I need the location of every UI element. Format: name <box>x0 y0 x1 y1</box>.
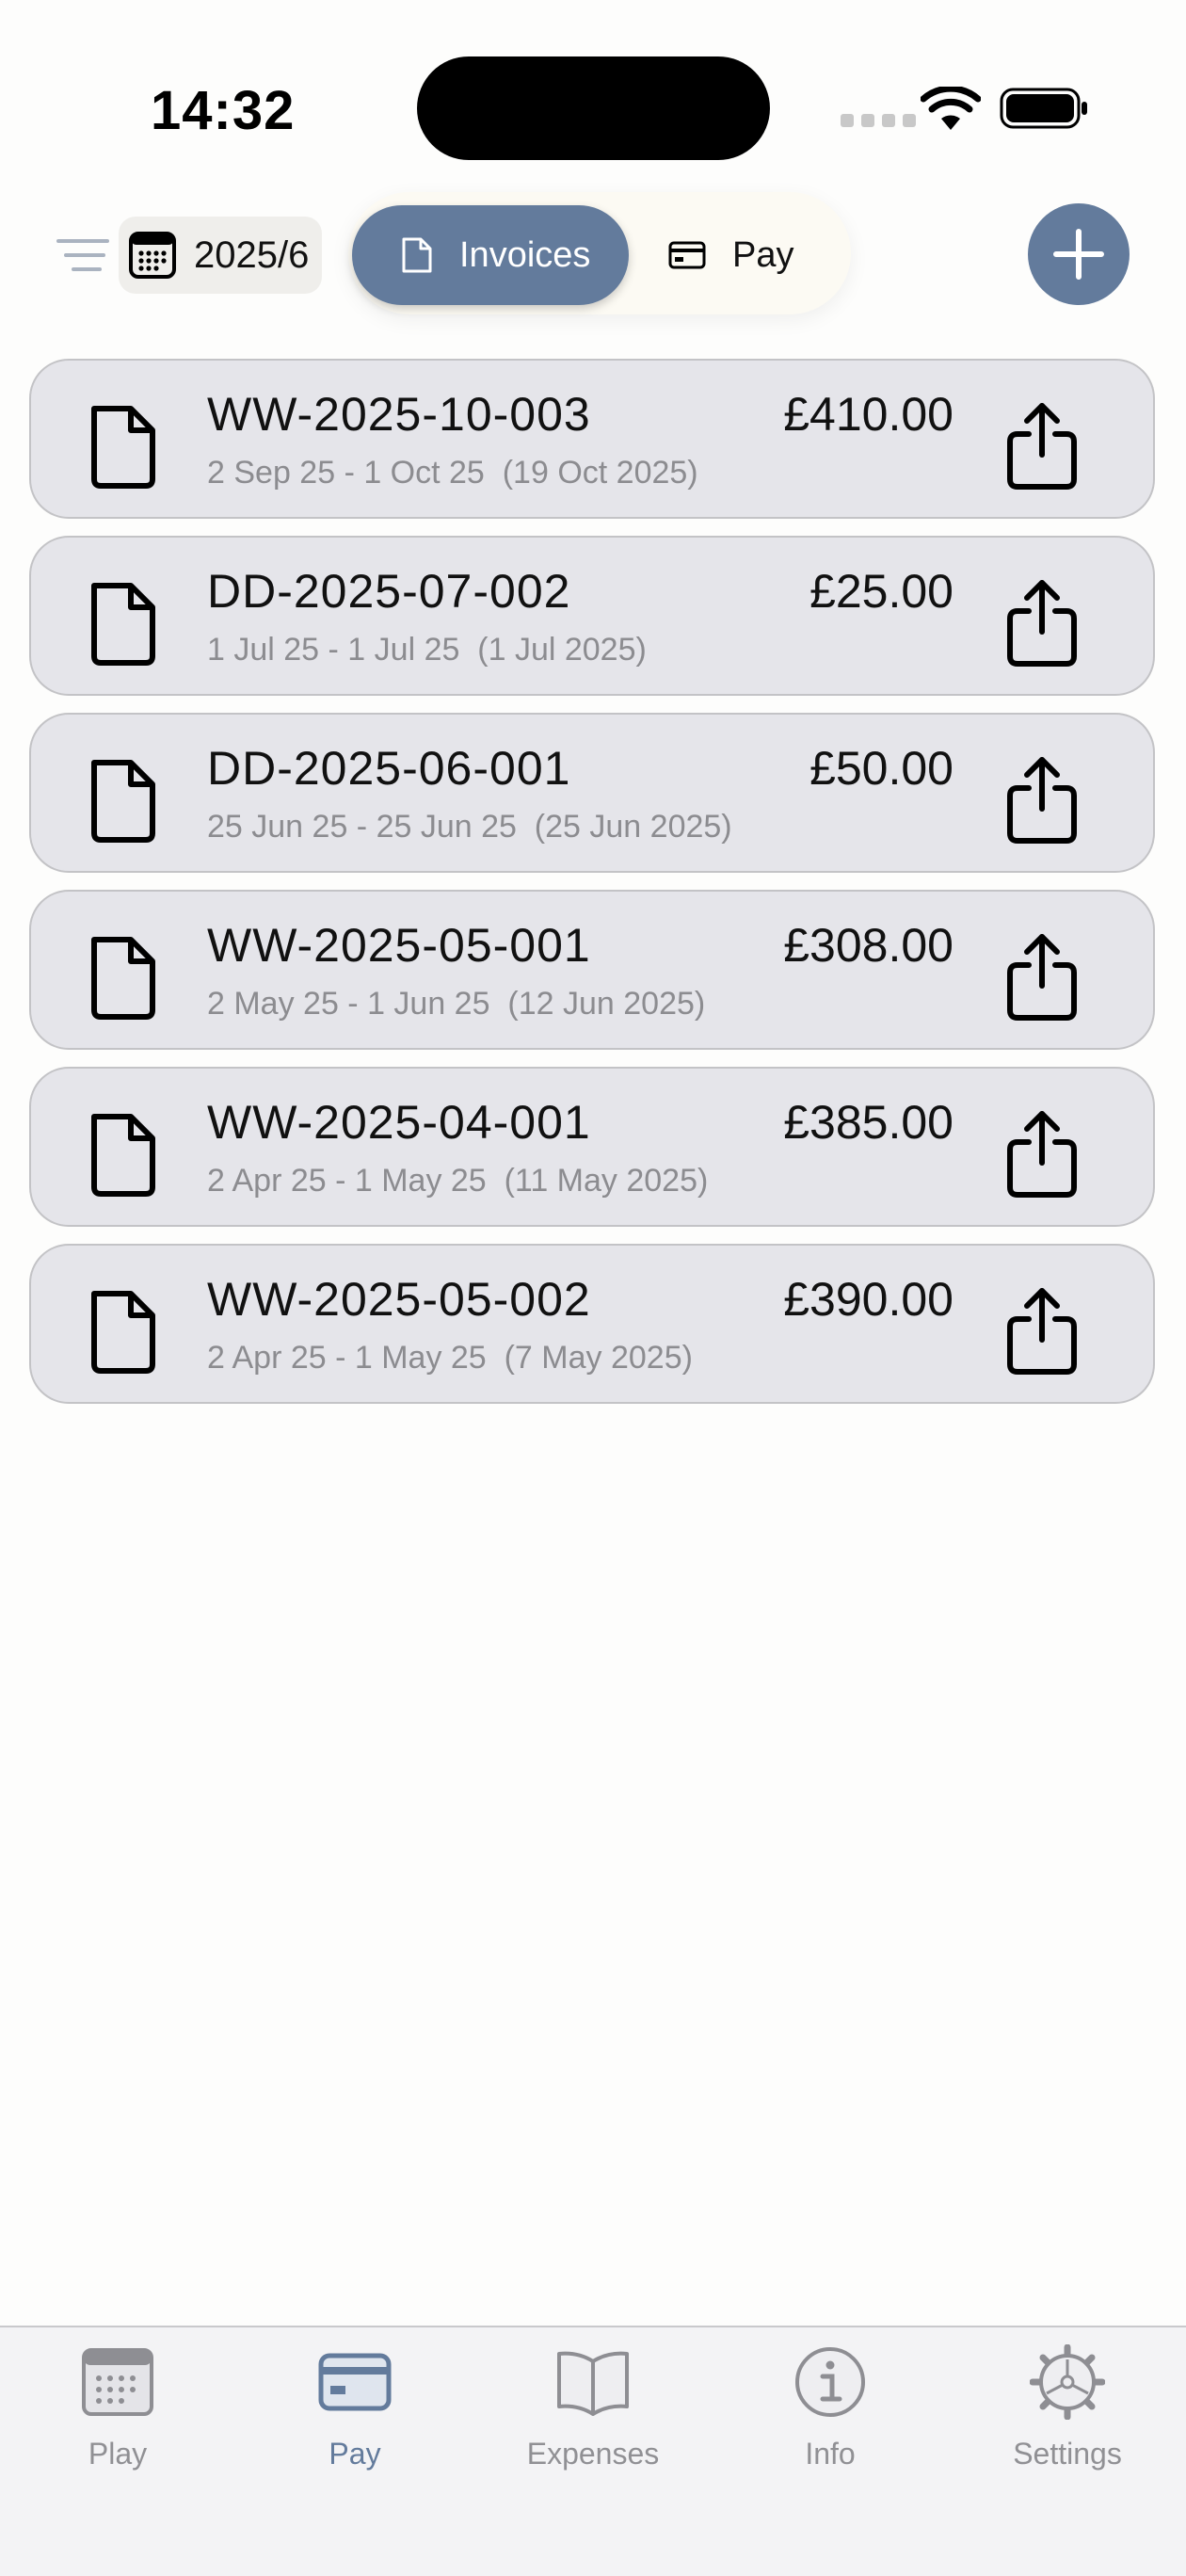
segment-label: Invoices <box>459 234 591 275</box>
invoice-amount: £385.00 <box>783 1096 954 1149</box>
status-time: 14:32 <box>151 80 296 141</box>
tab-settings[interactable]: Settings <box>973 2344 1162 2504</box>
tab-label: Info <box>805 2437 856 2471</box>
invoice-row[interactable]: WW-2025-10-003 2 Sep 25 - 1 Oct 25 (19 O… <box>29 359 1155 519</box>
tab-info[interactable]: Info <box>736 2344 924 2504</box>
invoice-row[interactable]: WW-2025-05-001 2 May 25 - 1 Jun 25 (12 J… <box>29 890 1155 1050</box>
view-segmented-control: Invoices Pay <box>348 192 851 314</box>
month-label: 2025/6 <box>194 233 310 276</box>
tab-play[interactable]: Play <box>24 2344 212 2504</box>
dynamic-island <box>417 56 770 160</box>
invoice-number: DD-2025-06-001 <box>207 742 571 795</box>
tab-label: Pay <box>329 2437 381 2471</box>
document-icon <box>402 237 432 273</box>
invoice-period: 2 Sep 25 - 1 Oct 25 (19 Oct 2025) <box>207 455 698 491</box>
segment-invoices[interactable]: Invoices <box>352 205 629 305</box>
month-picker-button[interactable]: 2025/6 <box>119 217 322 294</box>
invoice-number: WW-2025-04-001 <box>207 1096 591 1149</box>
tab-label: Play <box>88 2437 148 2471</box>
invoice-period: 2 Apr 25 - 1 May 25 (7 May 2025) <box>207 1340 693 1376</box>
invoice-amount: £25.00 <box>809 565 954 618</box>
invoice-amount: £308.00 <box>783 919 954 972</box>
status-bar: 14:32 <box>0 0 1186 188</box>
share-icon[interactable] <box>1004 931 1080 1022</box>
share-icon[interactable] <box>1004 400 1080 491</box>
document-icon <box>91 1114 155 1197</box>
invoice-row[interactable]: WW-2025-04-001 2 Apr 25 - 1 May 25 (11 M… <box>29 1067 1155 1227</box>
segment-label: Pay <box>732 234 794 275</box>
info-icon <box>795 2347 865 2417</box>
invoice-row[interactable]: WW-2025-05-002 2 Apr 25 - 1 May 25 (7 Ma… <box>29 1244 1155 1404</box>
tab-label: Expenses <box>526 2437 660 2471</box>
add-invoice-button[interactable] <box>1028 203 1130 305</box>
invoice-row[interactable]: DD-2025-07-002 1 Jul 25 - 1 Jul 25 (1 Ju… <box>29 536 1155 696</box>
invoice-period: 25 Jun 25 - 25 Jun 25 (25 Jun 2025) <box>207 809 732 845</box>
share-icon[interactable] <box>1004 577 1080 668</box>
document-icon <box>91 1291 155 1374</box>
battery-icon <box>1000 88 1087 129</box>
tab-expenses[interactable]: Expenses <box>499 2344 687 2504</box>
document-icon <box>91 937 155 1020</box>
wifi-icon <box>921 87 981 130</box>
share-icon[interactable] <box>1004 754 1080 845</box>
calendar-icon <box>129 232 176 279</box>
filter-menu-icon[interactable] <box>56 237 109 273</box>
cellular-signal-icon <box>841 114 916 127</box>
invoice-amount: £410.00 <box>783 388 954 441</box>
invoice-number: WW-2025-05-001 <box>207 919 591 972</box>
invoice-number: WW-2025-05-002 <box>207 1273 591 1326</box>
tab-pay[interactable]: Pay <box>261 2344 449 2504</box>
calendar-icon <box>82 2348 153 2416</box>
invoice-period: 2 May 25 - 1 Jun 25 (12 Jun 2025) <box>207 986 706 1022</box>
document-icon <box>91 760 155 843</box>
invoice-row[interactable]: DD-2025-06-001 25 Jun 25 - 25 Jun 25 (25… <box>29 713 1155 873</box>
invoice-period: 1 Jul 25 - 1 Jul 25 (1 Jul 2025) <box>207 632 647 668</box>
share-icon[interactable] <box>1004 1285 1080 1376</box>
invoice-amount: £390.00 <box>783 1273 954 1326</box>
invoice-number: DD-2025-07-002 <box>207 565 571 618</box>
tab-label: Settings <box>1013 2437 1122 2471</box>
plus-icon <box>1053 229 1104 280</box>
invoice-number: WW-2025-10-003 <box>207 388 591 441</box>
segment-pay[interactable]: Pay <box>668 205 793 305</box>
gear-icon <box>1030 2344 1105 2420</box>
document-icon <box>91 406 155 489</box>
book-icon <box>557 2351 629 2416</box>
invoice-amount: £50.00 <box>809 742 954 795</box>
invoice-period: 2 Apr 25 - 1 May 25 (11 May 2025) <box>207 1163 709 1199</box>
share-icon[interactable] <box>1004 1108 1080 1199</box>
document-icon <box>91 583 155 666</box>
top-toolbar: 2025/6 Invoices Pay <box>0 188 1186 320</box>
tab-bar: Play Pay Expenses Info Settings <box>0 2326 1186 2576</box>
card-icon <box>318 2353 392 2411</box>
invoice-list: WW-2025-10-003 2 Sep 25 - 1 Oct 25 (19 O… <box>29 359 1157 1421</box>
card-icon <box>668 241 706 269</box>
